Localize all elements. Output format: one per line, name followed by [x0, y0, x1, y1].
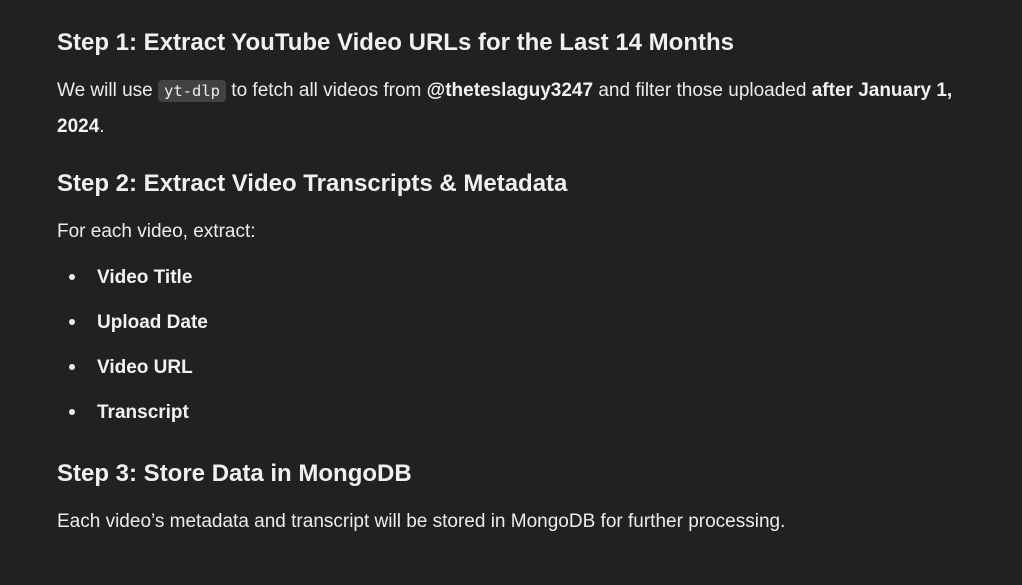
channel-handle: @theteslaguy3247 [426, 80, 594, 101]
step-1-heading: Step 1: Extract YouTube Video URLs for t… [57, 29, 734, 56]
list-item: Upload Date [57, 300, 208, 345]
bullet-icon [69, 364, 75, 370]
list-item: Video URL [57, 345, 208, 390]
step-2-intro: For each video, extract: [57, 221, 256, 242]
step-3-heading: Step 3: Store Data in MongoDB [57, 460, 412, 487]
step-1-paragraph: We will use yt-dlp to fetch all videos f… [57, 73, 987, 145]
bullet-icon [69, 409, 75, 415]
metadata-list: Video Title Upload Date Video URL Transc… [57, 255, 208, 435]
step-1-text-mid2: and filter those uploaded [593, 80, 812, 101]
step-2-heading: Step 2: Extract Video Transcripts & Meta… [57, 170, 568, 197]
step-1-text-before: We will use [57, 80, 159, 101]
step-1-text-mid: to fetch all videos from [226, 80, 427, 101]
list-item-label: Transcript [97, 402, 189, 423]
list-item: Video Title [57, 255, 208, 300]
bullet-icon [69, 319, 75, 325]
step-3-paragraph: Each video’s metadata and transcript wil… [57, 511, 786, 532]
list-item-label: Upload Date [97, 312, 208, 333]
list-item-label: Video Title [97, 267, 193, 288]
list-item: Transcript [57, 390, 208, 435]
step-1-text-end: . [99, 116, 105, 137]
list-item-label: Video URL [97, 357, 193, 378]
bullet-icon [69, 274, 75, 280]
inline-code-yt-dlp: yt-dlp [158, 80, 227, 102]
